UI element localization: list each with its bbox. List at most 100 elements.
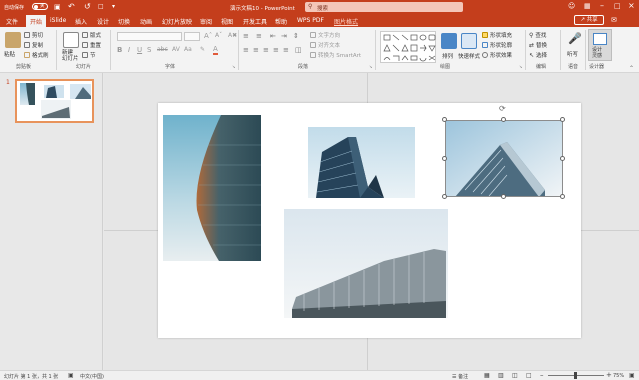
distribute-icon[interactable]: ≡ (283, 46, 289, 54)
find-button[interactable]: ⚲ 查找 (529, 31, 546, 40)
dictate-button[interactable]: 听写 (567, 50, 578, 58)
maximize-icon[interactable]: □ (614, 2, 621, 10)
zoom-out-icon[interactable]: – (540, 371, 544, 379)
font-dialog-icon[interactable]: ↘ (232, 64, 235, 69)
account-icon[interactable]: ☺ (568, 2, 575, 10)
shape-effects-button[interactable]: 形状效果 (482, 51, 512, 59)
resize-handle[interactable] (501, 194, 506, 199)
normal-view-icon[interactable]: ▦ (484, 372, 490, 379)
align-text-button[interactable]: 对齐文本 (310, 41, 340, 49)
resize-handle[interactable] (442, 194, 447, 199)
line-spacing-icon[interactable]: ⇕ (293, 32, 299, 40)
zoom-slider-thumb[interactable] (574, 372, 577, 379)
drawing-dialog-icon[interactable]: ↘ (519, 64, 522, 69)
tab-picture-format[interactable]: 图片格式 (334, 17, 358, 26)
tab-design[interactable]: 设计 (97, 17, 109, 26)
microphone-icon[interactable]: 🎤 (568, 32, 582, 45)
select-button[interactable]: ↖ 选择 (529, 51, 547, 60)
present-icon[interactable]: □ (98, 3, 104, 10)
close-icon[interactable]: × (628, 1, 635, 10)
search-box[interactable]: ⚲ 搜索 (305, 2, 463, 12)
customize-icon[interactable]: ▾ (112, 3, 115, 10)
undo-icon[interactable]: ↶ (68, 2, 75, 11)
shadow-icon[interactable]: S (147, 46, 151, 54)
collapse-ribbon-icon[interactable]: ⌃ (629, 65, 634, 72)
tab-islide[interactable]: iSlide (50, 17, 66, 24)
language-status[interactable]: 中文(中国) (80, 373, 104, 380)
align-center-icon[interactable]: ≡ (253, 46, 259, 54)
save-icon[interactable]: ▣ (54, 3, 61, 11)
tab-slideshow[interactable]: 幻灯片放映 (162, 17, 192, 26)
resize-handle[interactable] (560, 156, 565, 161)
tab-help[interactable]: 帮助 (275, 17, 287, 26)
paragraph-dialog-icon[interactable]: ↘ (369, 64, 372, 69)
paste-button[interactable]: 粘贴 (4, 50, 15, 58)
redo-icon[interactable]: ↺ (84, 2, 91, 11)
tab-insert[interactable]: 插入 (75, 17, 87, 26)
shrink-font-icon[interactable]: Aˇ (215, 32, 222, 39)
fit-slide-icon[interactable]: ▣ (629, 372, 635, 379)
grow-font-icon[interactable]: Aˆ (204, 32, 212, 40)
picture-curved-tower[interactable] (163, 115, 261, 261)
tab-file[interactable]: 文件 (6, 17, 18, 26)
tab-transitions[interactable]: 切换 (118, 17, 130, 26)
align-left-icon[interactable]: ≡ (243, 46, 249, 54)
columns-icon[interactable]: ◫ (295, 46, 302, 54)
ribbon-display-icon[interactable]: ▦ (584, 2, 591, 10)
decrease-indent-icon[interactable]: ⇤ (270, 32, 276, 40)
tab-developer[interactable]: 开发工具 (243, 17, 267, 26)
tab-animations[interactable]: 动画 (140, 17, 152, 26)
zoom-level[interactable]: 75% (613, 373, 624, 379)
arrange-icon[interactable] (441, 33, 457, 49)
layout-button[interactable]: 版式 (82, 31, 101, 39)
tab-view[interactable]: 视图 (221, 17, 233, 26)
spellcheck-icon[interactable]: ▣ (68, 372, 74, 379)
italic-icon[interactable]: I (128, 46, 130, 54)
share-button[interactable]: ↗ 共享 (574, 15, 604, 25)
highlight-icon[interactable]: ✎ (200, 46, 205, 53)
bullets-icon[interactable]: ≡ (243, 32, 249, 40)
picture-building-corner[interactable] (308, 127, 415, 198)
rotate-handle-icon[interactable]: ⟳ (499, 104, 506, 113)
tab-home[interactable]: 开始 (26, 15, 47, 27)
font-color-icon[interactable]: A (213, 46, 218, 55)
comments-icon[interactable]: ✉ (611, 16, 617, 24)
smartart-button[interactable]: 转换为 SmartArt (310, 51, 361, 59)
picture-lowrise-building[interactable] (284, 209, 448, 318)
increase-indent-icon[interactable]: ⇥ (281, 32, 287, 40)
justify-icon[interactable]: ≡ (273, 46, 279, 54)
designer-button[interactable]: 设计 灵感 (588, 29, 612, 61)
spacing-icon[interactable]: AV (172, 46, 180, 53)
strikethrough-icon[interactable]: abc (157, 46, 168, 53)
replace-button[interactable]: ⇄ 替换 (529, 41, 547, 50)
resize-handle[interactable] (442, 117, 447, 122)
cut-button[interactable]: 剪切 (24, 31, 43, 39)
zoom-slider[interactable] (548, 372, 604, 379)
new-slide-button[interactable]: 新建 幻灯片 (62, 50, 79, 62)
quick-styles-button[interactable]: 快速样式 (458, 52, 480, 60)
resize-handle[interactable] (560, 194, 565, 199)
font-size-select[interactable] (184, 32, 200, 41)
shape-outline-button[interactable]: 形状轮廓 (482, 41, 512, 49)
clear-format-icon[interactable]: A✖ (228, 32, 237, 39)
resize-handle[interactable] (442, 156, 447, 161)
resize-handle[interactable] (501, 117, 506, 122)
slide-thumbnail[interactable] (15, 79, 94, 123)
paste-icon[interactable] (5, 32, 21, 48)
slide-sorter-icon[interactable]: ▥ (498, 372, 504, 379)
underline-icon[interactable]: U (137, 46, 142, 54)
copy-button[interactable]: 复制 (24, 41, 43, 49)
notes-button[interactable]: ☰ 备注 (452, 373, 468, 380)
format-painter-button[interactable]: 格式刷 (24, 51, 49, 59)
align-right-icon[interactable]: ≡ (263, 46, 269, 54)
tab-wps-pdf[interactable]: WPS PDF (297, 17, 324, 24)
minimize-icon[interactable]: – (600, 1, 604, 10)
numbering-icon[interactable]: ≡ (256, 32, 262, 40)
case-icon[interactable]: Aa (184, 46, 192, 53)
quick-styles-icon[interactable] (461, 33, 477, 49)
font-name-select[interactable] (117, 32, 182, 41)
shape-fill-button[interactable]: 形状填充 (482, 31, 512, 39)
slide-canvas[interactable]: ⟳ (158, 103, 581, 338)
text-direction-button[interactable]: 文字方向 (310, 31, 340, 39)
arrange-button[interactable]: 排列 (442, 52, 453, 60)
